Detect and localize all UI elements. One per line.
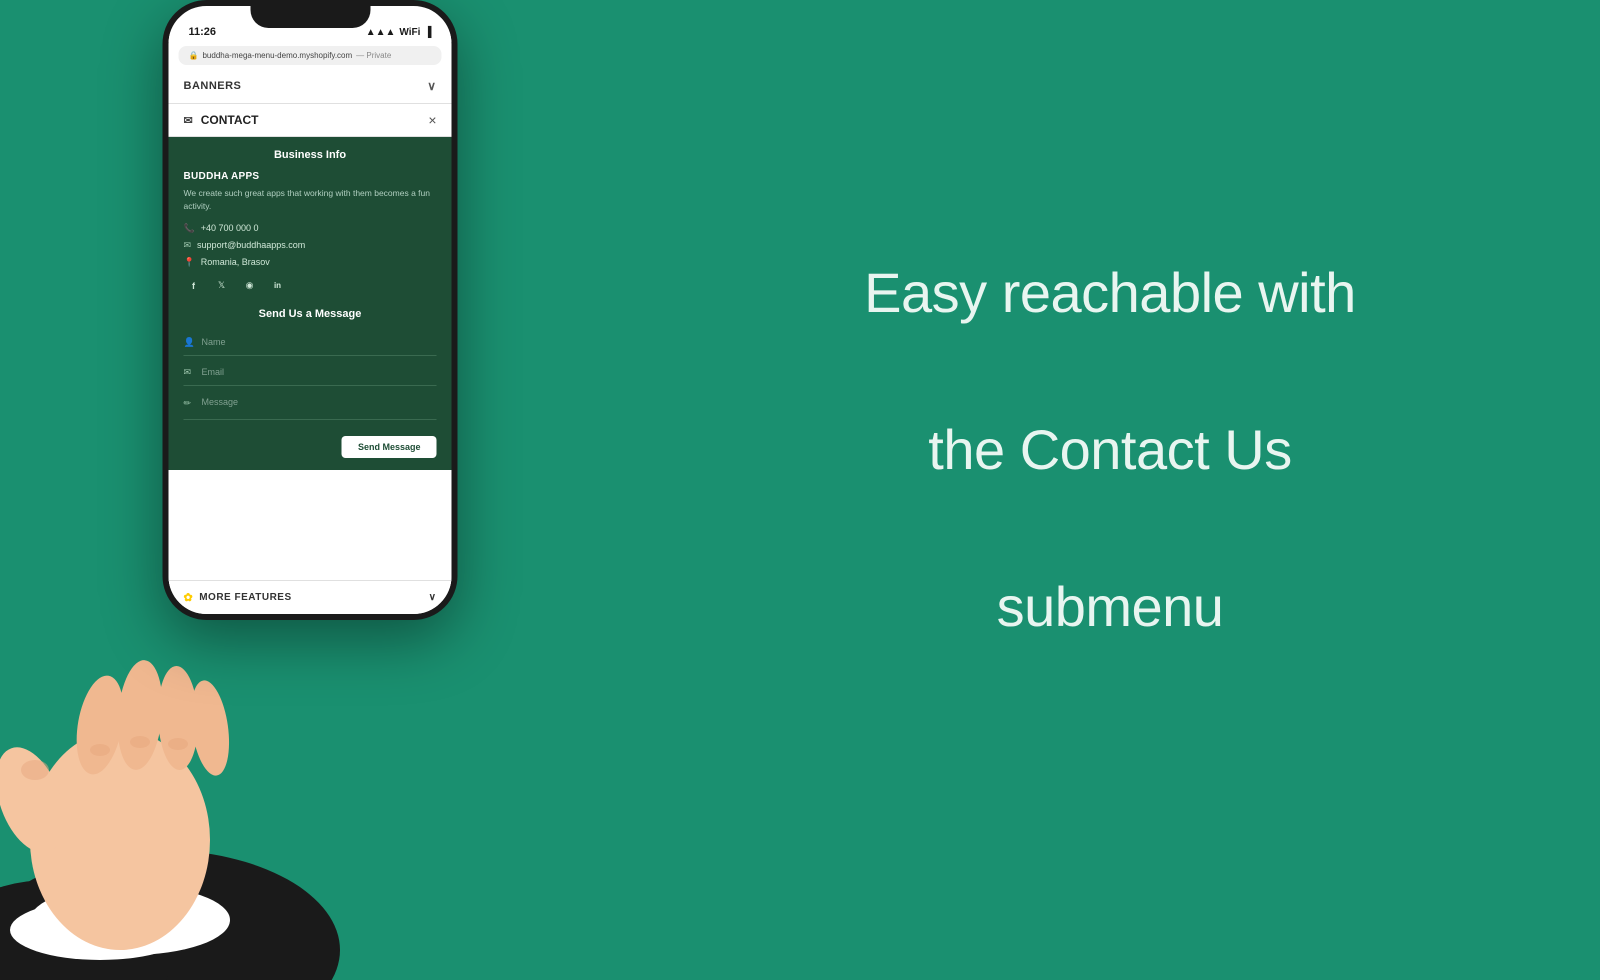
- business-info-title: Business Info: [184, 149, 437, 161]
- phone-number: +40 700 000 0: [201, 223, 259, 233]
- phone-frame: 11:26 ▲▲▲ WiFi ▐ 🔒 buddha-mega-menu-demo…: [163, 0, 458, 620]
- social-icons: f 𝕏 ◉ in: [184, 276, 437, 296]
- send-button-row: Send Message: [184, 428, 437, 458]
- lock-icon: 🔒: [189, 51, 199, 60]
- send-message-title: Send Us a Message: [184, 308, 437, 320]
- name-field[interactable]: 👤 Name: [184, 330, 437, 356]
- status-time: 11:26: [189, 26, 217, 38]
- name-placeholder: Name: [202, 337, 226, 347]
- facebook-icon[interactable]: f: [184, 276, 204, 296]
- phone-content: BANNERS ∨ ✉ CONTACT × Business Info BUDD…: [169, 69, 452, 607]
- contact-header: ✉ CONTACT ×: [169, 104, 452, 137]
- email-field[interactable]: ✉ Email: [184, 360, 437, 386]
- contact-content: Business Info BUDDHA APPS We create such…: [169, 137, 452, 470]
- private-label: — Private: [356, 51, 391, 60]
- email-row: ✉ support@buddhaapps.com: [184, 240, 437, 251]
- twitter-icon[interactable]: 𝕏: [212, 276, 232, 296]
- contact-header-left: ✉ CONTACT: [184, 113, 259, 127]
- status-icons: ▲▲▲ WiFi ▐: [366, 27, 432, 38]
- email-placeholder: Email: [202, 367, 225, 377]
- banners-label: BANNERS: [184, 80, 242, 92]
- location-row: 📍 Romania, Brasov: [184, 257, 437, 268]
- location-text: Romania, Brasov: [201, 257, 270, 267]
- signal-icon: ▲▲▲: [366, 27, 396, 38]
- company-name: BUDDHA APPS: [184, 171, 437, 182]
- url-text: buddha-mega-menu-demo.myshopify.com: [202, 51, 352, 60]
- user-icon: 👤: [184, 337, 196, 348]
- more-features-left: ✿ MORE FEATURES: [184, 591, 292, 604]
- phone-icon: 📞: [184, 223, 195, 234]
- more-features-chevron-icon: ∨: [429, 592, 437, 603]
- email-address: support@buddhaapps.com: [197, 240, 305, 250]
- message-icon: ✏: [184, 398, 196, 409]
- tagline-line2: the Contact Us: [928, 418, 1291, 481]
- email-icon: ✉: [184, 240, 192, 251]
- banners-chevron-icon: ∨: [427, 79, 436, 93]
- features-gear-icon: ✿: [184, 591, 194, 604]
- wifi-icon: WiFi: [399, 27, 420, 38]
- tagline: Easy reachable with the Contact Us subme…: [864, 254, 1356, 646]
- linkedin-icon[interactable]: in: [268, 276, 288, 296]
- tagline-line1: Easy reachable with: [864, 261, 1356, 324]
- instagram-icon[interactable]: ◉: [240, 276, 260, 296]
- phone-row: 📞 +40 700 000 0: [184, 223, 437, 234]
- more-features-row[interactable]: ✿ MORE FEATURES ∨: [169, 580, 452, 607]
- message-placeholder: Message: [202, 397, 239, 407]
- contact-label: CONTACT: [201, 113, 259, 127]
- tagline-line3: submenu: [997, 575, 1224, 638]
- more-features-label: MORE FEATURES: [199, 592, 291, 603]
- envelope-icon: ✉: [184, 114, 193, 127]
- phone-notch: [250, 6, 370, 28]
- url-bar[interactable]: 🔒 buddha-mega-menu-demo.myshopify.com — …: [179, 46, 442, 65]
- email-field-icon: ✉: [184, 367, 196, 378]
- banners-menu-row[interactable]: BANNERS ∨: [169, 69, 452, 104]
- company-description: We create such great apps that working w…: [184, 187, 437, 213]
- close-button[interactable]: ×: [428, 112, 436, 128]
- battery-icon: ▐: [424, 27, 431, 38]
- message-field[interactable]: ✏ Message: [184, 390, 437, 420]
- right-panel: Easy reachable with the Contact Us subme…: [620, 0, 1600, 900]
- location-icon: 📍: [184, 257, 195, 268]
- send-message-button[interactable]: Send Message: [342, 436, 437, 458]
- left-panel: 11:26 ▲▲▲ WiFi ▐ 🔒 buddha-mega-menu-demo…: [0, 0, 620, 900]
